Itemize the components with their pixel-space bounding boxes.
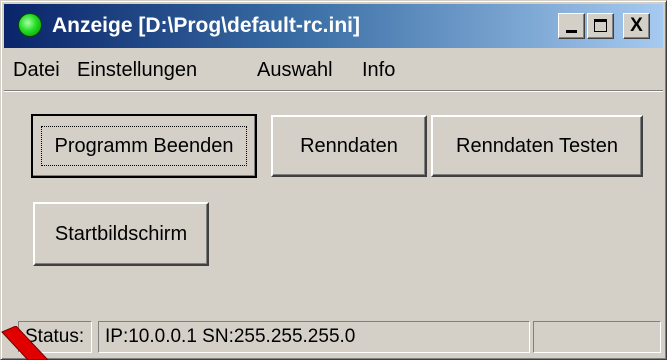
green-circle-icon[interactable] [18, 13, 42, 37]
start-screen-button[interactable]: Startbildschirm [33, 202, 209, 266]
status-extra [533, 321, 661, 353]
status-bar: Status: IP:10.0.0.1 SN:255.255.255.0 [4, 319, 663, 357]
status-connection: IP:10.0.0.1 SN:255.255.255.0 [98, 321, 530, 353]
race-data-button[interactable]: Renndaten [271, 115, 427, 177]
minimize-icon [566, 30, 577, 33]
start-screen-label: Startbildschirm [54, 222, 188, 245]
close-button[interactable]: X [623, 13, 650, 39]
close-icon: X [630, 15, 643, 36]
quit-program-button[interactable]: Programm Beenden [31, 114, 257, 178]
menu-bar: Datei Einstellungen Auswahl Info [4, 51, 663, 89]
maximize-button[interactable] [587, 13, 614, 39]
menu-info[interactable]: Info [362, 58, 395, 82]
menu-datei[interactable]: Datei [13, 58, 60, 82]
menu-auswahl[interactable]: Auswahl [257, 58, 333, 82]
menu-einstellungen[interactable]: Einstellungen [77, 58, 197, 82]
race-data-label: Renndaten [300, 134, 398, 157]
app-window: Anzeige [D:\Prog\default-rc.ini] X Datei… [0, 0, 667, 360]
title-bar[interactable]: Anzeige [D:\Prog\default-rc.ini] X [4, 4, 663, 48]
test-race-data-label: Renndaten Testen [456, 134, 618, 157]
window-title: Anzeige [D:\Prog\default-rc.ini] [52, 14, 361, 37]
test-race-data-button[interactable]: Renndaten Testen [431, 115, 643, 177]
menu-divider [4, 90, 663, 92]
quit-program-label: Programm Beenden [54, 134, 234, 157]
maximize-icon [594, 19, 607, 32]
minimize-button[interactable] [558, 13, 585, 39]
status-label: Status: [18, 321, 92, 353]
